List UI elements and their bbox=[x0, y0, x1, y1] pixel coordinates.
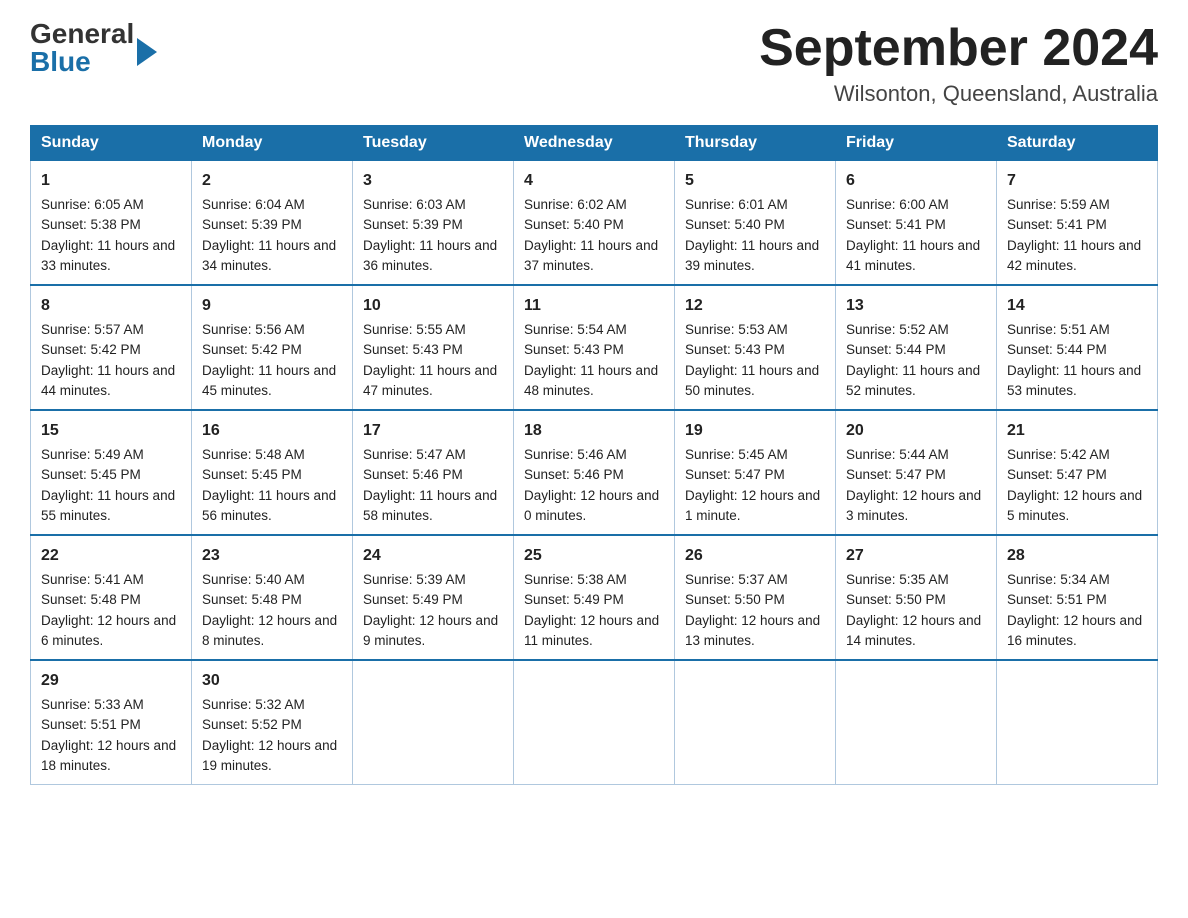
logo-general-text: General bbox=[30, 20, 134, 48]
day-cell: 9Sunrise: 5:56 AMSunset: 5:42 PMDaylight… bbox=[192, 285, 353, 410]
day-number: 30 bbox=[202, 669, 342, 693]
day-number: 8 bbox=[41, 294, 181, 318]
week-row-4: 22Sunrise: 5:41 AMSunset: 5:48 PMDayligh… bbox=[31, 535, 1158, 660]
header-cell-tuesday: Tuesday bbox=[353, 126, 514, 161]
day-cell bbox=[514, 660, 675, 785]
logo-icon bbox=[134, 32, 157, 66]
day-cell: 23Sunrise: 5:40 AMSunset: 5:48 PMDayligh… bbox=[192, 535, 353, 660]
week-row-2: 8Sunrise: 5:57 AMSunset: 5:42 PMDaylight… bbox=[31, 285, 1158, 410]
day-number: 10 bbox=[363, 294, 503, 318]
day-number: 16 bbox=[202, 419, 342, 443]
day-cell: 11Sunrise: 5:54 AMSunset: 5:43 PMDayligh… bbox=[514, 285, 675, 410]
day-cell: 28Sunrise: 5:34 AMSunset: 5:51 PMDayligh… bbox=[997, 535, 1158, 660]
day-cell: 17Sunrise: 5:47 AMSunset: 5:46 PMDayligh… bbox=[353, 410, 514, 535]
week-row-1: 1Sunrise: 6:05 AMSunset: 5:38 PMDaylight… bbox=[31, 161, 1158, 286]
day-number: 15 bbox=[41, 419, 181, 443]
day-cell: 19Sunrise: 5:45 AMSunset: 5:47 PMDayligh… bbox=[675, 410, 836, 535]
logo-text: General Blue bbox=[30, 20, 134, 76]
page-header: General Blue September 2024 Wilsonton, Q… bbox=[30, 20, 1158, 107]
calendar-table: SundayMondayTuesdayWednesdayThursdayFrid… bbox=[30, 125, 1158, 785]
week-row-5: 29Sunrise: 5:33 AMSunset: 5:51 PMDayligh… bbox=[31, 660, 1158, 785]
header-cell-friday: Friday bbox=[836, 126, 997, 161]
day-cell: 5Sunrise: 6:01 AMSunset: 5:40 PMDaylight… bbox=[675, 161, 836, 286]
day-number: 26 bbox=[685, 544, 825, 568]
logo-blue-text: Blue bbox=[30, 48, 134, 76]
day-cell: 10Sunrise: 5:55 AMSunset: 5:43 PMDayligh… bbox=[353, 285, 514, 410]
header-cell-saturday: Saturday bbox=[997, 126, 1158, 161]
day-cell: 15Sunrise: 5:49 AMSunset: 5:45 PMDayligh… bbox=[31, 410, 192, 535]
calendar-header: SundayMondayTuesdayWednesdayThursdayFrid… bbox=[31, 126, 1158, 161]
header-cell-sunday: Sunday bbox=[31, 126, 192, 161]
day-number: 3 bbox=[363, 169, 503, 193]
day-cell: 6Sunrise: 6:00 AMSunset: 5:41 PMDaylight… bbox=[836, 161, 997, 286]
day-cell: 14Sunrise: 5:51 AMSunset: 5:44 PMDayligh… bbox=[997, 285, 1158, 410]
day-cell: 4Sunrise: 6:02 AMSunset: 5:40 PMDaylight… bbox=[514, 161, 675, 286]
week-row-3: 15Sunrise: 5:49 AMSunset: 5:45 PMDayligh… bbox=[31, 410, 1158, 535]
header-cell-monday: Monday bbox=[192, 126, 353, 161]
day-number: 28 bbox=[1007, 544, 1147, 568]
day-number: 13 bbox=[846, 294, 986, 318]
day-number: 18 bbox=[524, 419, 664, 443]
header-row: SundayMondayTuesdayWednesdayThursdayFrid… bbox=[31, 126, 1158, 161]
logo: General Blue bbox=[30, 20, 157, 76]
day-number: 7 bbox=[1007, 169, 1147, 193]
title-section: September 2024 Wilsonton, Queensland, Au… bbox=[759, 20, 1158, 107]
day-number: 12 bbox=[685, 294, 825, 318]
day-number: 5 bbox=[685, 169, 825, 193]
day-cell bbox=[997, 660, 1158, 785]
day-cell: 1Sunrise: 6:05 AMSunset: 5:38 PMDaylight… bbox=[31, 161, 192, 286]
day-cell: 12Sunrise: 5:53 AMSunset: 5:43 PMDayligh… bbox=[675, 285, 836, 410]
calendar-body: 1Sunrise: 6:05 AMSunset: 5:38 PMDaylight… bbox=[31, 161, 1158, 785]
location-text: Wilsonton, Queensland, Australia bbox=[759, 81, 1158, 107]
day-cell: 13Sunrise: 5:52 AMSunset: 5:44 PMDayligh… bbox=[836, 285, 997, 410]
day-number: 14 bbox=[1007, 294, 1147, 318]
day-cell: 26Sunrise: 5:37 AMSunset: 5:50 PMDayligh… bbox=[675, 535, 836, 660]
day-cell: 30Sunrise: 5:32 AMSunset: 5:52 PMDayligh… bbox=[192, 660, 353, 785]
day-number: 19 bbox=[685, 419, 825, 443]
day-cell bbox=[353, 660, 514, 785]
day-cell: 7Sunrise: 5:59 AMSunset: 5:41 PMDaylight… bbox=[997, 161, 1158, 286]
day-number: 23 bbox=[202, 544, 342, 568]
day-number: 4 bbox=[524, 169, 664, 193]
day-cell: 8Sunrise: 5:57 AMSunset: 5:42 PMDaylight… bbox=[31, 285, 192, 410]
day-number: 2 bbox=[202, 169, 342, 193]
day-cell: 2Sunrise: 6:04 AMSunset: 5:39 PMDaylight… bbox=[192, 161, 353, 286]
day-number: 27 bbox=[846, 544, 986, 568]
day-cell: 27Sunrise: 5:35 AMSunset: 5:50 PMDayligh… bbox=[836, 535, 997, 660]
day-number: 29 bbox=[41, 669, 181, 693]
day-number: 21 bbox=[1007, 419, 1147, 443]
day-cell: 29Sunrise: 5:33 AMSunset: 5:51 PMDayligh… bbox=[31, 660, 192, 785]
day-cell: 24Sunrise: 5:39 AMSunset: 5:49 PMDayligh… bbox=[353, 535, 514, 660]
day-number: 6 bbox=[846, 169, 986, 193]
day-number: 25 bbox=[524, 544, 664, 568]
day-number: 24 bbox=[363, 544, 503, 568]
day-cell: 18Sunrise: 5:46 AMSunset: 5:46 PMDayligh… bbox=[514, 410, 675, 535]
day-number: 20 bbox=[846, 419, 986, 443]
day-number: 11 bbox=[524, 294, 664, 318]
day-number: 22 bbox=[41, 544, 181, 568]
day-cell: 3Sunrise: 6:03 AMSunset: 5:39 PMDaylight… bbox=[353, 161, 514, 286]
day-cell: 21Sunrise: 5:42 AMSunset: 5:47 PMDayligh… bbox=[997, 410, 1158, 535]
day-number: 1 bbox=[41, 169, 181, 193]
day-cell: 22Sunrise: 5:41 AMSunset: 5:48 PMDayligh… bbox=[31, 535, 192, 660]
day-number: 9 bbox=[202, 294, 342, 318]
logo-arrow-icon bbox=[137, 38, 157, 66]
day-cell: 25Sunrise: 5:38 AMSunset: 5:49 PMDayligh… bbox=[514, 535, 675, 660]
day-number: 17 bbox=[363, 419, 503, 443]
day-cell bbox=[675, 660, 836, 785]
header-cell-thursday: Thursday bbox=[675, 126, 836, 161]
day-cell: 16Sunrise: 5:48 AMSunset: 5:45 PMDayligh… bbox=[192, 410, 353, 535]
month-year-title: September 2024 bbox=[759, 20, 1158, 77]
header-cell-wednesday: Wednesday bbox=[514, 126, 675, 161]
day-cell bbox=[836, 660, 997, 785]
day-cell: 20Sunrise: 5:44 AMSunset: 5:47 PMDayligh… bbox=[836, 410, 997, 535]
